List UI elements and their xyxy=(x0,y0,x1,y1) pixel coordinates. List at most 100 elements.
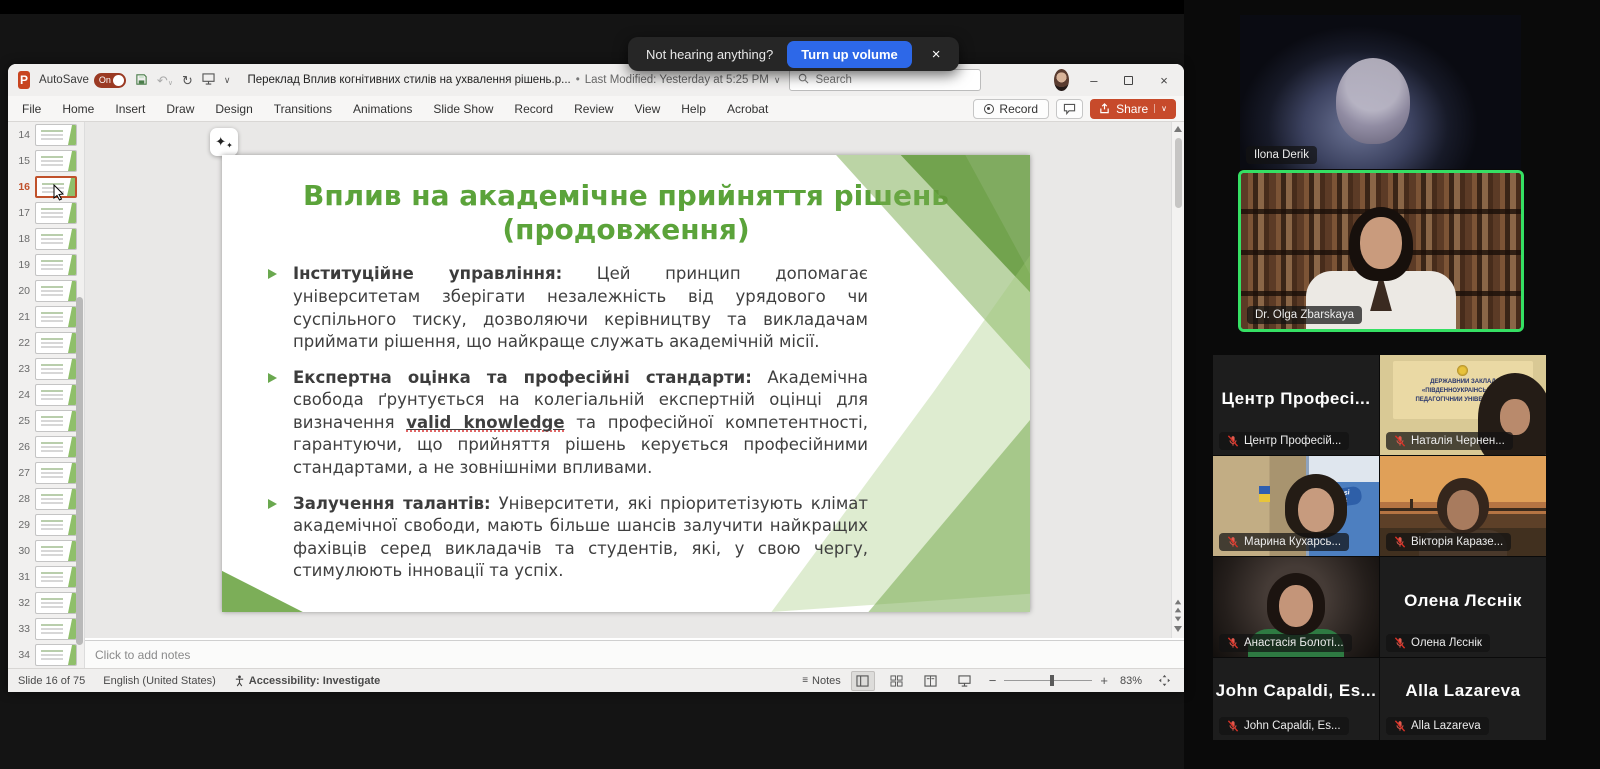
tab-transitions[interactable]: Transitions xyxy=(274,102,332,116)
thumbnail-preview[interactable] xyxy=(35,592,77,614)
tab-record[interactable]: Record xyxy=(514,102,553,116)
scroll-down-arrow[interactable] xyxy=(1174,626,1182,632)
thumbnail-preview[interactable] xyxy=(35,644,77,666)
thumbnail-preview[interactable] xyxy=(35,358,77,380)
accessibility-status[interactable]: Accessibility: Investigate xyxy=(234,675,380,687)
tab-help[interactable]: Help xyxy=(681,102,706,116)
undo-icon[interactable]: ↶∨ xyxy=(157,74,173,87)
zoom-in-button[interactable]: + xyxy=(1098,673,1110,688)
zoom-percent[interactable]: 83% xyxy=(1120,675,1142,687)
thumbnail-preview[interactable] xyxy=(35,150,77,172)
thumbnail-preview[interactable] xyxy=(35,202,77,224)
thumbnail-preview[interactable] xyxy=(35,280,77,302)
participant-tile-natalia[interactable]: ДЕРЖАВНИЙ ЗАКЛАД «ПІВДЕННОУКРАЇНСЬКИЙ...… xyxy=(1380,355,1546,455)
thumbnail-preview[interactable] xyxy=(35,228,77,250)
participant-tile-alla[interactable]: Alla Lazareva Alla Lazareva xyxy=(1380,658,1546,740)
thumbnail-preview[interactable] xyxy=(35,332,77,354)
comments-button[interactable] xyxy=(1056,99,1083,119)
autosave-toggle[interactable]: On xyxy=(94,73,126,88)
thumbnail-preview[interactable] xyxy=(35,254,77,276)
customize-toolbar-icon[interactable]: ∨ xyxy=(224,76,231,85)
slide-thumbnail-30[interactable]: 30 xyxy=(8,538,84,564)
thumbnail-preview[interactable] xyxy=(35,436,77,458)
slide-thumbnail-19[interactable]: 19 xyxy=(8,252,84,278)
notes-placeholder[interactable]: Click to add notes xyxy=(95,648,190,662)
thumbnail-preview[interactable] xyxy=(35,462,77,484)
slide-thumbnail-17[interactable]: 17 xyxy=(8,200,84,226)
tab-acrobat[interactable]: Acrobat xyxy=(727,102,768,116)
participant-video-ilona[interactable]: Ilona Derik xyxy=(1240,15,1521,169)
toast-close-icon[interactable]: × xyxy=(926,44,947,65)
search-box[interactable] xyxy=(789,69,981,91)
slide-thumbnail-14[interactable]: 14 xyxy=(8,122,84,148)
tab-view[interactable]: View xyxy=(634,102,660,116)
slide-thumbnail-20[interactable]: 20 xyxy=(8,278,84,304)
normal-view-button[interactable] xyxy=(851,671,875,691)
tab-review[interactable]: Review xyxy=(574,102,613,116)
slide-thumbnail-29[interactable]: 29 xyxy=(8,512,84,538)
thumbnail-preview[interactable] xyxy=(35,618,77,640)
slide-thumbnail-23[interactable]: 23 xyxy=(8,356,84,382)
slide-sorter-view-button[interactable] xyxy=(885,671,909,691)
minimize-button[interactable]: – xyxy=(1084,67,1104,93)
slide-editing-area[interactable]: Вплив на академічне прийняття рішень (пр… xyxy=(222,155,1030,612)
reading-view-button[interactable] xyxy=(919,671,943,691)
participant-tile-centr[interactable]: Центр Професі... Центр Професій... xyxy=(1213,355,1379,455)
turn-up-volume-button[interactable]: Turn up volume xyxy=(787,41,912,68)
slide-thumbnail-27[interactable]: 27 xyxy=(8,460,84,486)
save-icon[interactable] xyxy=(135,73,148,88)
tab-animations[interactable]: Animations xyxy=(353,102,412,116)
close-button[interactable]: × xyxy=(1154,67,1174,93)
thumbnail-preview[interactable] xyxy=(35,124,77,146)
account-avatar[interactable] xyxy=(1054,69,1069,91)
thumbnail-scrollbar[interactable] xyxy=(76,297,83,645)
zoom-out-button[interactable]: − xyxy=(987,673,999,688)
tab-insert[interactable]: Insert xyxy=(115,102,145,116)
restore-button[interactable] xyxy=(1119,67,1139,93)
slide-thumbnail-34[interactable]: 34 xyxy=(8,642,84,668)
record-button[interactable]: Record xyxy=(973,99,1049,119)
tab-home[interactable]: Home xyxy=(62,102,94,116)
thumbnail-preview[interactable] xyxy=(35,488,77,510)
thumbnail-preview[interactable] xyxy=(35,384,77,406)
tab-design[interactable]: Design xyxy=(215,102,252,116)
start-slideshow-icon[interactable] xyxy=(202,73,215,87)
thumbnail-preview[interactable] xyxy=(35,306,77,328)
slide-thumbnail-24[interactable]: 24 xyxy=(8,382,84,408)
participant-tile-viktoria[interactable]: Вікторія Каразе... xyxy=(1380,456,1546,556)
next-slide-button[interactable] xyxy=(1175,617,1181,622)
participant-tile-olena[interactable]: Олена Лєснік Олена Лєснік xyxy=(1380,557,1546,657)
scroll-up-arrow[interactable] xyxy=(1174,126,1182,132)
designer-sparkle-button[interactable]: ✦✦ xyxy=(210,128,238,156)
previous-slide-button[interactable] xyxy=(1175,608,1181,613)
search-input[interactable] xyxy=(815,74,972,86)
previous-slide-button[interactable] xyxy=(1175,600,1181,605)
slide-thumbnail-26[interactable]: 26 xyxy=(8,434,84,460)
participant-video-olga-speaking[interactable]: Dr. Olga Zbarskaya xyxy=(1238,170,1524,332)
participant-tile-anastasia[interactable]: Анастасія Болоті... xyxy=(1213,557,1379,657)
notes-toggle[interactable]: ≡ Notes xyxy=(802,675,841,687)
slide-thumbnail-32[interactable]: 32 xyxy=(8,590,84,616)
slide-thumbnail-28[interactable]: 28 xyxy=(8,486,84,512)
tab-slide-show[interactable]: Slide Show xyxy=(433,102,493,116)
scrollbar-thumb[interactable] xyxy=(1175,138,1182,208)
thumbnail-preview[interactable] xyxy=(35,514,77,536)
thumbnail-preview[interactable] xyxy=(35,540,77,562)
slide-thumbnail-18[interactable]: 18 xyxy=(8,226,84,252)
slide-thumbnail-15[interactable]: 15 xyxy=(8,148,84,174)
participant-tile-john[interactable]: John Capaldi, Es... John Capaldi, Es... xyxy=(1213,658,1379,740)
slideshow-view-button[interactable] xyxy=(953,671,977,691)
slide-thumbnail-31[interactable]: 31 xyxy=(8,564,84,590)
slide-thumbnail-22[interactable]: 22 xyxy=(8,330,84,356)
redo-icon[interactable]: ↻ xyxy=(182,74,193,87)
language-indicator[interactable]: English (United States) xyxy=(103,675,216,687)
slide-thumbnail-21[interactable]: 21 xyxy=(8,304,84,330)
slide-thumbnail-25[interactable]: 25 xyxy=(8,408,84,434)
tab-draw[interactable]: Draw xyxy=(166,102,194,116)
slide-thumbnail-33[interactable]: 33 xyxy=(8,616,84,642)
share-dropdown-icon[interactable]: ∨ xyxy=(1154,104,1167,113)
slide-thumbnail-16[interactable]: 16 xyxy=(8,174,84,200)
zoom-slider-track[interactable] xyxy=(1004,680,1092,681)
zoom-slider-thumb[interactable] xyxy=(1050,675,1054,686)
fit-to-window-button[interactable] xyxy=(1152,671,1176,691)
